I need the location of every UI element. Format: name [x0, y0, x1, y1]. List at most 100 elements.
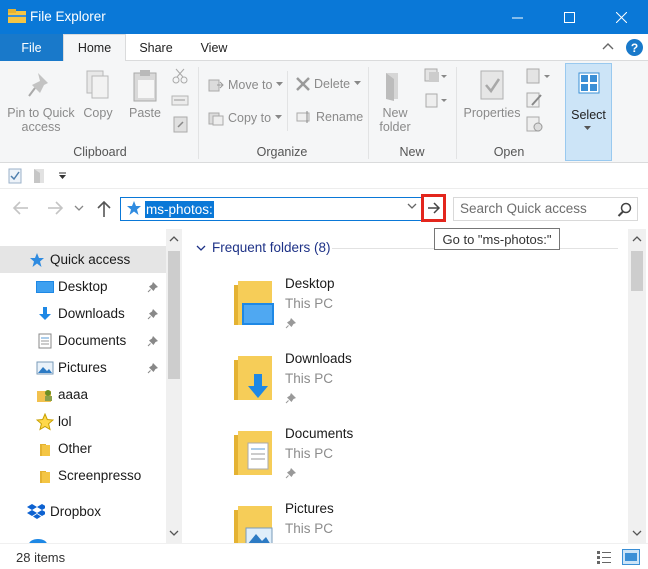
- folder-name: Pictures: [285, 501, 334, 516]
- status-bar: 28 items: [0, 543, 648, 569]
- scroll-down-icon[interactable]: [169, 529, 179, 537]
- sidebar-item-label: aaaa: [58, 387, 89, 402]
- go-button[interactable]: [421, 194, 446, 222]
- customize-toolbar-icon[interactable]: [58, 172, 68, 180]
- maximize-icon: [563, 11, 575, 23]
- scrollbar-thumb[interactable]: [631, 251, 643, 291]
- new-folder-button[interactable]: New folder: [372, 69, 418, 134]
- ribbon-tabs: File Home Share View ?: [0, 34, 648, 62]
- sidebar-item-desktop[interactable]: Desktop: [0, 273, 166, 300]
- sidebar-item-pictures[interactable]: Pictures: [0, 354, 166, 381]
- group-header-label: Frequent folders (8): [212, 240, 331, 255]
- sidebar-item-dropbox[interactable]: Dropbox: [0, 498, 166, 525]
- copy-to-button[interactable]: Copy to: [208, 110, 283, 126]
- address-bar[interactable]: ms-photos:: [120, 197, 422, 221]
- copy-label: Copy: [83, 106, 113, 120]
- sidebar-item-label: Quick access: [50, 252, 131, 267]
- sidebar-item-label: lol: [58, 414, 72, 429]
- sidebar-item-downloads[interactable]: Downloads: [0, 300, 166, 327]
- nav-pane-scrollbar[interactable]: [166, 229, 182, 543]
- pin-icon: [147, 282, 158, 293]
- address-dropdown-icon[interactable]: [407, 203, 417, 211]
- tab-share[interactable]: Share: [128, 34, 184, 61]
- scroll-up-icon[interactable]: [169, 235, 179, 243]
- help-button[interactable]: ?: [626, 39, 643, 56]
- group-separator: [368, 67, 369, 159]
- back-arrow-icon[interactable]: [12, 200, 30, 216]
- scroll-down-icon[interactable]: [632, 529, 642, 537]
- pin-to-quick-access-label: Pin to Quick access: [7, 106, 75, 134]
- content-pane: Frequent folders (8) Desktop This PC Dow…: [182, 229, 628, 543]
- sidebar-item-label: Desktop: [58, 279, 108, 294]
- scrollbar-thumb[interactable]: [168, 251, 180, 379]
- pin-to-quick-access-button[interactable]: Pin to Quick access: [6, 69, 76, 134]
- folder-item-documents[interactable]: Documents This PC: [232, 419, 532, 494]
- pictures-folder-icon: [234, 506, 273, 543]
- content-scrollbar[interactable]: [628, 229, 646, 543]
- scroll-up-icon[interactable]: [632, 235, 642, 243]
- folder-item-desktop[interactable]: Desktop This PC: [232, 269, 532, 344]
- edit-icon[interactable]: [526, 91, 544, 109]
- sidebar-item-documents[interactable]: Documents: [0, 327, 166, 354]
- sidebar-item-label: Screenpresso: [58, 468, 142, 483]
- sidebar-item-lol[interactable]: lol: [0, 408, 166, 435]
- easy-access-icon[interactable]: [424, 91, 448, 109]
- search-input[interactable]: [460, 201, 610, 216]
- rename-button[interactable]: Rename: [296, 110, 363, 124]
- history-icon[interactable]: [526, 115, 544, 133]
- properties-button[interactable]: Properties: [460, 69, 524, 120]
- folder-location: This PC: [285, 446, 334, 461]
- move-to-icon: [208, 79, 224, 92]
- select-button[interactable]: Select: [565, 63, 612, 161]
- details-view-icon[interactable]: [596, 550, 612, 564]
- open-icon[interactable]: [526, 67, 552, 85]
- sidebar-item-label: Documents: [58, 333, 127, 348]
- copy-path-icon[interactable]: [171, 93, 189, 107]
- cut-icon[interactable]: [171, 67, 189, 85]
- address-input[interactable]: ms-photos:: [145, 201, 214, 218]
- search-icon[interactable]: [617, 202, 632, 217]
- delete-button[interactable]: Delete: [296, 77, 362, 91]
- close-button[interactable]: [598, 0, 644, 34]
- paste-button[interactable]: Paste: [126, 69, 164, 120]
- maximize-button[interactable]: [546, 0, 592, 34]
- sidebar-item-screenpresso[interactable]: Screenpresso: [0, 462, 166, 489]
- go-arrow-icon: [427, 202, 440, 214]
- folder-item-downloads[interactable]: Downloads This PC: [232, 344, 532, 419]
- search-box[interactable]: [453, 197, 638, 221]
- sidebar-item-aaaa[interactable]: aaaa: [0, 381, 166, 408]
- sidebar-item-label: Downloads: [58, 306, 125, 321]
- large-icons-view-icon[interactable]: [622, 549, 640, 565]
- paste-shortcut-icon[interactable]: [173, 115, 189, 133]
- recent-locations-icon[interactable]: [74, 205, 84, 213]
- new-folder-icon[interactable]: [32, 168, 46, 184]
- desktop-icon: [36, 279, 54, 295]
- copy-icon: [86, 70, 109, 99]
- copy-button[interactable]: Copy: [80, 69, 116, 120]
- up-arrow-icon[interactable]: [96, 200, 112, 218]
- pin-icon: [147, 363, 158, 374]
- new-folder-icon: [386, 73, 398, 101]
- tab-file[interactable]: File: [0, 34, 63, 61]
- download-icon: [36, 306, 54, 322]
- group-header[interactable]: Frequent folders (8): [196, 240, 331, 255]
- forward-arrow-icon[interactable]: [46, 200, 64, 216]
- properties-icon[interactable]: [8, 168, 22, 184]
- tab-view[interactable]: View: [186, 34, 242, 61]
- new-item-icon[interactable]: [424, 67, 448, 85]
- tab-home[interactable]: Home: [63, 34, 126, 62]
- chevron-down-icon: [275, 115, 283, 119]
- folder-item-pictures[interactable]: Pictures This PC: [232, 494, 532, 543]
- pin-icon: [147, 336, 158, 347]
- select-icon: [578, 72, 600, 94]
- copy-to-icon: [208, 112, 224, 126]
- move-to-button[interactable]: Move to: [208, 77, 284, 93]
- sidebar-item-quick-access[interactable]: Quick access: [0, 246, 166, 273]
- sidebar-item-label: Dropbox: [50, 504, 102, 519]
- minimize-button[interactable]: [494, 0, 540, 34]
- properties-label: Properties: [463, 106, 521, 120]
- collapse-ribbon-icon[interactable]: [602, 41, 614, 51]
- sidebar-item-other[interactable]: Other: [0, 435, 166, 462]
- pictures-icon: [36, 360, 54, 376]
- group-separator: [456, 67, 457, 159]
